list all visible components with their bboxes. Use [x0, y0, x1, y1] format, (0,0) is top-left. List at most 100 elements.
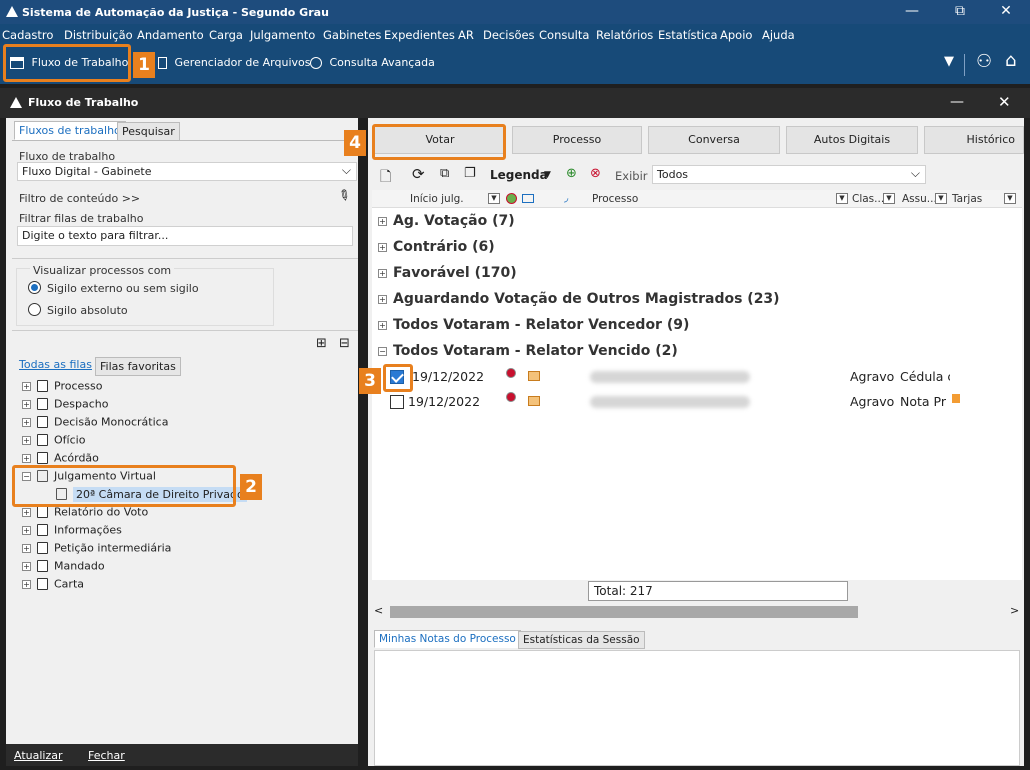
scroll-left-icon[interactable]: <: [374, 604, 383, 617]
refresh-icon[interactable]: ⟳: [412, 165, 425, 183]
col-assunto[interactable]: Assu...: [902, 193, 937, 205]
group-relator-vencedor[interactable]: + Todos Votaram - Relator Vencedor (9): [378, 317, 689, 333]
group-relator-vencido[interactable]: − Todos Votaram - Relator Vencido (2): [378, 343, 678, 359]
tree-item-decisao-monocratica[interactable]: + Decisão Monocrática: [22, 415, 168, 433]
menu-ajuda[interactable]: Ajuda: [762, 28, 795, 42]
menu-apoio[interactable]: Apoio: [720, 28, 752, 42]
table-row[interactable]: 19/12/2022 Agravo Nota Pr: [376, 390, 1022, 412]
new-document-icon[interactable]: 🗋: [380, 166, 391, 190]
col-filter-icon[interactable]: ▼: [883, 193, 895, 204]
menu-cadastro[interactable]: Cadastro: [2, 28, 53, 42]
menu-decisoes[interactable]: Decisões: [483, 28, 535, 42]
col-filter-icon[interactable]: ▼: [1004, 193, 1016, 204]
close-button[interactable]: ✕: [986, 3, 1026, 19]
col-processo[interactable]: Processo: [592, 193, 638, 205]
expand-icon[interactable]: +: [22, 381, 31, 391]
panel-close-button[interactable]: ✕: [998, 93, 1011, 111]
fluxo-select[interactable]: Fluxo Digital - Gabinete ⌵: [17, 162, 357, 181]
expand-icon[interactable]: +: [22, 543, 31, 553]
tab-fluxos-trabalho[interactable]: Fluxos de trabalho: [14, 121, 126, 140]
expand-icon[interactable]: +: [378, 320, 387, 330]
minimize-button[interactable]: —: [892, 3, 932, 19]
conversa-button[interactable]: Conversa: [648, 126, 780, 154]
historico-button[interactable]: Histórico: [924, 126, 1024, 154]
scrollbar-thumb[interactable]: [390, 606, 858, 618]
menu-relatorios[interactable]: Relatórios: [596, 28, 653, 42]
row-checkbox[interactable]: [390, 395, 404, 409]
table-row[interactable]: 19/12/2022 Agravo Cédula c: [376, 365, 1022, 387]
col-filter-icon[interactable]: ▼: [488, 193, 500, 204]
tree-expand-icon[interactable]: ⊞: [316, 336, 327, 351]
expand-icon[interactable]: +: [378, 242, 387, 252]
fechar-button[interactable]: Fechar: [88, 749, 125, 762]
tab-filas-favoritas[interactable]: Filas favoritas: [95, 357, 181, 376]
restore-button[interactable]: ⧉: [940, 3, 980, 19]
radio-sigilo-absoluto[interactable]: [28, 303, 41, 316]
group-aguardando-outros[interactable]: + Aguardando Votação de Outros Magistrado…: [378, 291, 780, 307]
scroll-right-icon[interactable]: >: [1010, 604, 1019, 617]
exibir-select[interactable]: Todos ⌵: [652, 165, 926, 184]
expand-icon[interactable]: +: [22, 417, 31, 427]
expand-icon[interactable]: +: [22, 525, 31, 535]
copy-icon[interactable]: ❐: [464, 166, 476, 181]
expand-icon[interactable]: +: [378, 294, 387, 304]
col-filter-icon[interactable]: ▼: [836, 193, 848, 204]
tree-item-processo[interactable]: + Processo: [22, 379, 102, 397]
expand-icon[interactable]: +: [22, 399, 31, 409]
menu-carga[interactable]: Carga: [209, 28, 243, 42]
select-all-icon[interactable]: ⧉: [440, 166, 449, 181]
collapse-all-icon[interactable]: ⊗: [590, 166, 601, 181]
group-favoravel[interactable]: + Favorável (170): [378, 265, 517, 281]
menu-andamento[interactable]: Andamento: [137, 28, 204, 42]
notes-area[interactable]: [374, 650, 1020, 766]
panel-minimize-button[interactable]: —: [950, 94, 964, 110]
tab-pesquisar[interactable]: Pesquisar: [117, 122, 180, 141]
expand-all-icon[interactable]: ⊕: [566, 166, 577, 181]
tree-item-carta[interactable]: + Carta: [22, 577, 84, 595]
consulta-avancada-button[interactable]: Consulta Avançada: [310, 56, 435, 69]
expand-icon[interactable]: +: [22, 435, 31, 445]
horizontal-scrollbar[interactable]: < >: [372, 604, 1022, 620]
legenda-dropdown-icon[interactable]: ▼: [544, 170, 551, 180]
col-inicio-julg[interactable]: Início julg.: [410, 193, 464, 205]
expand-icon[interactable]: +: [378, 268, 387, 278]
menu-ar[interactable]: AR: [458, 28, 474, 42]
tree-item-mandado[interactable]: + Mandado: [22, 559, 105, 577]
col-tarjas[interactable]: Tarjas: [952, 193, 982, 205]
expand-icon[interactable]: +: [22, 579, 31, 589]
group-contrario[interactable]: + Contrário (6): [378, 239, 495, 255]
menu-consulta[interactable]: Consulta: [539, 28, 589, 42]
filtro-conteudo-link[interactable]: Filtro de conteúdo >>: [19, 192, 140, 205]
tree-item-despacho[interactable]: + Despacho: [22, 397, 108, 415]
gerenciador-arquivos-button[interactable]: Gerenciador de Arquivos: [158, 56, 310, 69]
tab-estatisticas-sessao[interactable]: Estatísticas da Sessão: [518, 631, 645, 649]
tab-minhas-notas[interactable]: Minhas Notas do Processo: [374, 630, 521, 648]
tree-item-oficio[interactable]: + Ofício: [22, 433, 85, 451]
menu-julgamento[interactable]: Julgamento: [250, 28, 315, 42]
expand-icon[interactable]: +: [378, 216, 387, 226]
menu-gabinetes[interactable]: Gabinetes: [323, 28, 381, 42]
col-classe[interactable]: Clas...: [852, 193, 884, 205]
expand-icon[interactable]: +: [22, 561, 31, 571]
processo-button[interactable]: Processo: [512, 126, 642, 154]
autos-digitais-button[interactable]: Autos Digitais: [786, 126, 918, 154]
menu-estatistica[interactable]: Estatística: [658, 28, 718, 42]
menu-distribuicao[interactable]: Distribuição: [64, 28, 133, 42]
expand-icon[interactable]: +: [22, 453, 31, 463]
home-icon[interactable]: ⌂: [1005, 50, 1016, 71]
eraser-icon[interactable]: ✎: [334, 186, 353, 206]
col-filter-icon[interactable]: ▼: [935, 193, 947, 204]
collapse-icon[interactable]: −: [378, 346, 387, 356]
radio-sigilo-externo[interactable]: [28, 281, 41, 294]
tree-item-relatorio-voto[interactable]: + Relatório do Voto: [22, 505, 148, 523]
tree-collapse-icon[interactable]: ⊟: [339, 336, 350, 351]
filter-icon[interactable]: ▼: [944, 54, 954, 69]
atualizar-button[interactable]: Atualizar: [14, 749, 63, 762]
tab-todas-filas[interactable]: Todas as filas: [15, 356, 96, 373]
group-ag-votacao[interactable]: + Ag. Votação (7): [378, 213, 515, 229]
tree-item-peticao-intermediaria[interactable]: + Petição intermediária: [22, 541, 171, 559]
expand-icon[interactable]: +: [22, 507, 31, 517]
tree-item-informacoes[interactable]: + Informações: [22, 523, 122, 541]
legenda-button[interactable]: Legenda: [490, 168, 548, 182]
users-icon[interactable]: ⚇: [976, 51, 992, 72]
